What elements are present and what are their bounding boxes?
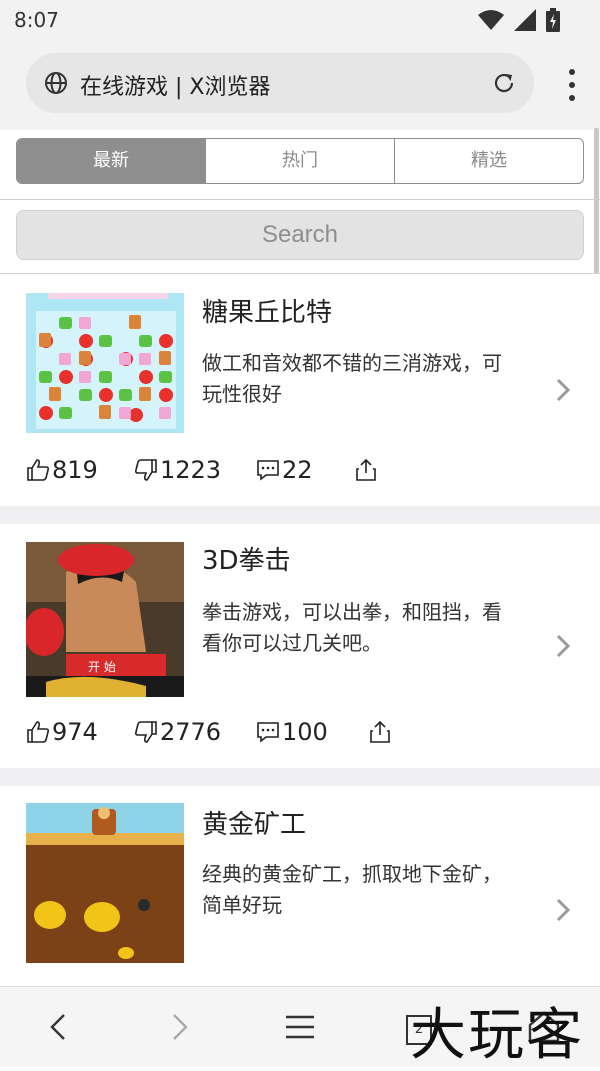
divider <box>0 199 600 200</box>
chevron-right-icon[interactable] <box>556 634 570 658</box>
card-divider <box>0 768 600 786</box>
thumbs-down-icon <box>134 459 157 481</box>
address-text[interactable]: 在线游戏 | X浏览器 <box>80 69 270 101</box>
tab-popular[interactable]: 热门 <box>205 139 394 183</box>
game-title[interactable]: 黄金矿工 <box>202 804 306 841</box>
game-card-goldminer[interactable]: 黄金矿工 经典的黄金矿工，抓取地下金矿，简单好玩 <box>0 786 600 986</box>
game-description: 拳击游戏，可以出拳，和阻挡，看看你可以过几关吧。 <box>202 600 502 655</box>
dislike-button[interactable]: 1223 <box>134 455 221 485</box>
comment-icon <box>257 722 279 743</box>
status-bar: 8:07 <box>0 0 600 40</box>
comment-button[interactable]: 22 <box>256 455 313 485</box>
share-icon <box>370 720 390 743</box>
tab-latest[interactable]: 最新 <box>17 139 205 183</box>
chevron-right-icon[interactable] <box>556 898 570 922</box>
share-icon <box>356 458 376 481</box>
share-button[interactable] <box>368 717 392 747</box>
search-placeholder: Search <box>261 221 339 248</box>
comment-count: 100 <box>282 718 328 746</box>
globe-icon <box>45 72 67 94</box>
dislike-count: 2776 <box>160 718 222 746</box>
comment-count: 22 <box>282 456 313 484</box>
battery-icon <box>546 8 560 32</box>
game-thumbnail-goldminer[interactable] <box>26 803 184 963</box>
back-icon[interactable] <box>40 1009 76 1045</box>
game-card-candy[interactable]: 糖果丘比特 做工和音效都不错的三消游戏，可玩性很好 819 1223 22 <box>0 274 600 506</box>
watermark-logo: 大玩客 <box>410 1003 584 1068</box>
dislike-count: 1223 <box>160 456 222 484</box>
like-count: 974 <box>52 718 98 746</box>
dislike-button[interactable]: 2776 <box>134 717 221 747</box>
reload-icon[interactable] <box>492 71 516 95</box>
forward-icon[interactable] <box>162 1009 198 1045</box>
browser-toolbar: 在线游戏 | X浏览器 <box>0 40 600 130</box>
category-tabs: 最新 热门 精选 <box>16 138 584 184</box>
menu-icon[interactable] <box>282 1009 318 1045</box>
game-thumbnail-boxing[interactable]: 开 始 <box>26 542 184 697</box>
card-divider <box>0 506 600 524</box>
status-time: 8:07 <box>14 8 59 32</box>
chevron-right-icon[interactable] <box>556 378 570 402</box>
status-icons <box>478 8 560 32</box>
more-vert-icon[interactable] <box>568 68 576 102</box>
game-title[interactable]: 糖果丘比特 <box>202 292 332 329</box>
game-thumbnail-candy[interactable] <box>26 293 184 433</box>
thumbs-up-icon <box>27 459 50 481</box>
wifi-icon <box>478 10 504 30</box>
thumbnail-start-label: 开 始 <box>88 660 116 674</box>
share-button[interactable] <box>354 455 378 485</box>
search-input[interactable]: Search <box>16 210 584 260</box>
game-description: 做工和音效都不错的三消游戏，可玩性很好 <box>202 351 502 406</box>
like-button[interactable]: 819 <box>26 455 98 485</box>
game-title[interactable]: 3D拳击 <box>202 540 291 577</box>
like-count: 819 <box>52 456 98 484</box>
tab-featured[interactable]: 精选 <box>394 139 583 183</box>
game-card-boxing[interactable]: 开 始 3D拳击 拳击游戏，可以出拳，和阻挡，看看你可以过几关吧。 974 27… <box>0 524 600 768</box>
address-bar[interactable]: 在线游戏 | X浏览器 <box>26 53 534 113</box>
comment-button[interactable]: 100 <box>256 717 328 747</box>
game-description: 经典的黄金矿工，抓取地下金矿，简单好玩 <box>202 862 502 917</box>
signal-icon <box>514 9 536 31</box>
thumbs-down-icon <box>134 721 157 743</box>
like-button[interactable]: 974 <box>26 717 98 747</box>
comment-icon <box>257 460 279 481</box>
thumbs-up-icon <box>27 721 50 743</box>
